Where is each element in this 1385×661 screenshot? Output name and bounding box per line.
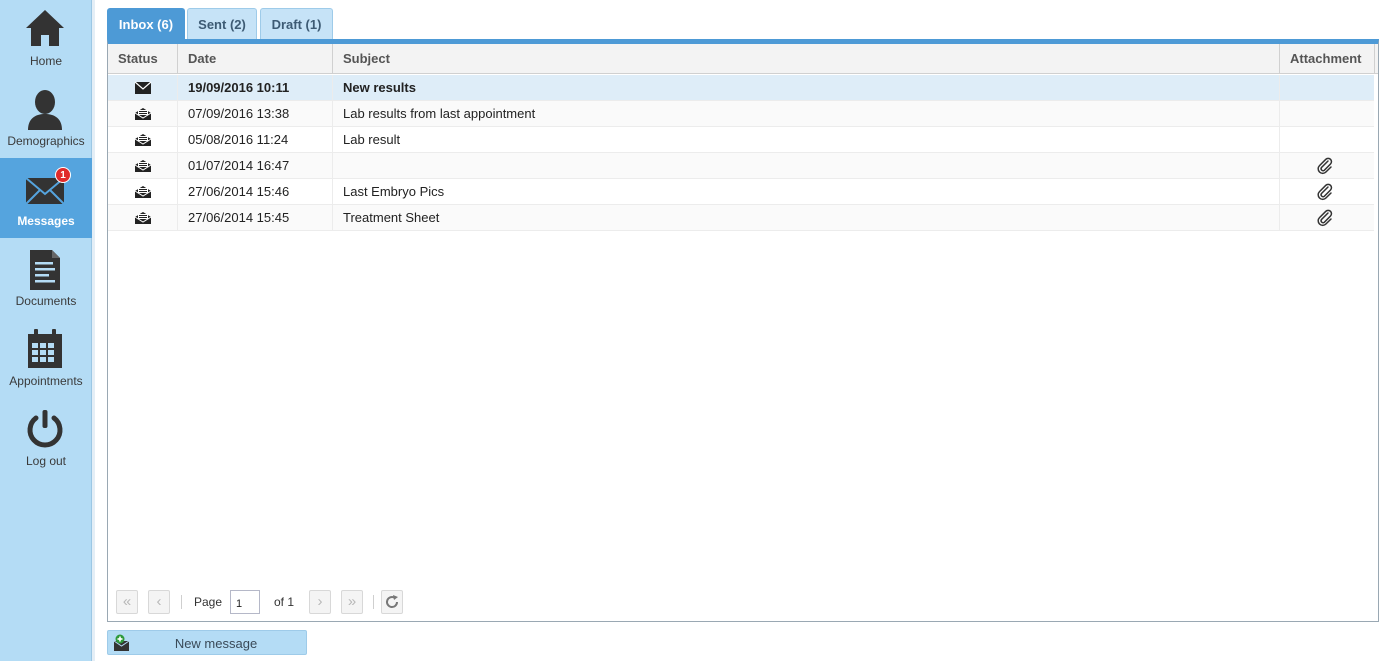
pager-divider — [181, 595, 182, 609]
nav-demographics-label: Demographics — [7, 134, 85, 148]
unread-badge: 1 — [55, 167, 71, 183]
page-number-input[interactable] — [230, 590, 260, 614]
column-header-attachment[interactable]: Attachment — [1280, 44, 1375, 74]
new-message-button[interactable]: New message — [107, 630, 307, 655]
read-envelope-icon — [134, 108, 152, 120]
nav-appointments[interactable]: Appointments — [0, 320, 92, 400]
column-divider — [1279, 101, 1280, 127]
cell-date: 05/08/2016 11:24 — [188, 132, 289, 147]
tab-inbox[interactable]: Inbox (6) — [107, 8, 185, 40]
attachment-icon — [1317, 183, 1333, 201]
nav-documents-label: Documents — [15, 294, 77, 308]
cell-subject: Lab result — [343, 132, 401, 147]
table-row[interactable]: 27/06/2014 15:45 Treatment Sheet — [108, 205, 1374, 231]
refresh-icon — [386, 595, 399, 608]
nav-home-label: Home — [29, 54, 62, 68]
new-message-label: New message — [174, 636, 258, 651]
column-header-date[interactable]: Date — [178, 44, 333, 74]
cell-date: 07/09/2016 13:38 — [188, 106, 290, 121]
document-icon — [30, 250, 60, 290]
column-divider — [1279, 205, 1280, 231]
cell-subject — [333, 153, 1280, 179]
nav-logout[interactable]: Log out — [0, 400, 92, 480]
column-header-subject[interactable]: Subject — [333, 44, 1280, 74]
column-divider — [1279, 75, 1280, 101]
calendar-icon — [28, 329, 62, 368]
tab-draft[interactable]: Draft (1) — [260, 8, 333, 40]
next-page-button[interactable]: › — [309, 590, 331, 614]
last-page-button[interactable]: » — [341, 590, 363, 614]
cell-subject: Last Embryo Pics — [343, 184, 445, 199]
prev-page-button[interactable]: ‹ — [148, 590, 170, 614]
read-envelope-icon — [134, 186, 152, 198]
column-divider — [1279, 127, 1280, 153]
table-row[interactable]: 19/09/2016 10:11 New results — [108, 75, 1374, 101]
attachment-icon — [1317, 157, 1333, 175]
cell-date: 01/07/2014 16:47 — [188, 158, 290, 173]
pagination-toolbar: « ‹ Page of 1 › » — [116, 590, 516, 616]
cell-date: 27/06/2014 15:46 — [188, 184, 290, 199]
page-label: Page — [194, 595, 223, 609]
sidebar: Home Demographics 1 Messages Documents A… — [0, 0, 95, 661]
table-row[interactable]: 07/09/2016 13:38 Lab results from last ap… — [108, 101, 1374, 127]
nav-home[interactable]: Home — [0, 0, 92, 80]
grid-header: Status Date Subject Attachment — [108, 44, 1378, 74]
column-header-status[interactable]: Status — [108, 44, 178, 74]
attachment-icon — [1317, 209, 1333, 227]
cell-subject: Lab results from last appointment — [343, 106, 536, 121]
cell-date: 27/06/2014 15:45 — [188, 210, 290, 225]
home-icon — [26, 10, 64, 46]
nav-messages[interactable]: 1 Messages — [0, 158, 92, 238]
read-envelope-icon — [134, 160, 152, 172]
table-row[interactable]: 27/06/2014 15:46 Last Embryo Pics — [108, 179, 1374, 205]
message-grid: Status Date Subject Attachment 19/09/201… — [107, 39, 1379, 622]
power-icon — [27, 410, 63, 448]
column-divider — [1279, 153, 1280, 179]
nav-appointments-label: Appointments — [9, 374, 83, 388]
cell-subject: Treatment Sheet — [343, 210, 440, 225]
column-divider — [1279, 179, 1280, 205]
unread-envelope-icon — [134, 81, 152, 94]
person-icon — [28, 90, 62, 130]
read-envelope-icon — [134, 212, 152, 224]
nav-logout-label: Log out — [25, 454, 67, 468]
cell-subject: New results — [343, 80, 416, 95]
first-page-button[interactable]: « — [116, 590, 138, 614]
tab-sent[interactable]: Sent (2) — [187, 8, 257, 40]
table-row[interactable]: 05/08/2016 11:24 Lab result — [108, 127, 1374, 153]
nav-demographics[interactable]: Demographics — [0, 80, 92, 160]
table-row[interactable]: 01/07/2014 16:47 — [108, 153, 1374, 179]
cell-date: 19/09/2016 10:11 — [188, 80, 290, 95]
read-envelope-icon — [134, 134, 152, 146]
nav-documents[interactable]: Documents — [0, 240, 92, 320]
pager-divider — [373, 595, 374, 609]
refresh-button[interactable] — [381, 590, 403, 614]
nav-messages-label: Messages — [17, 214, 75, 228]
page-total-label: of 1 — [274, 595, 295, 609]
